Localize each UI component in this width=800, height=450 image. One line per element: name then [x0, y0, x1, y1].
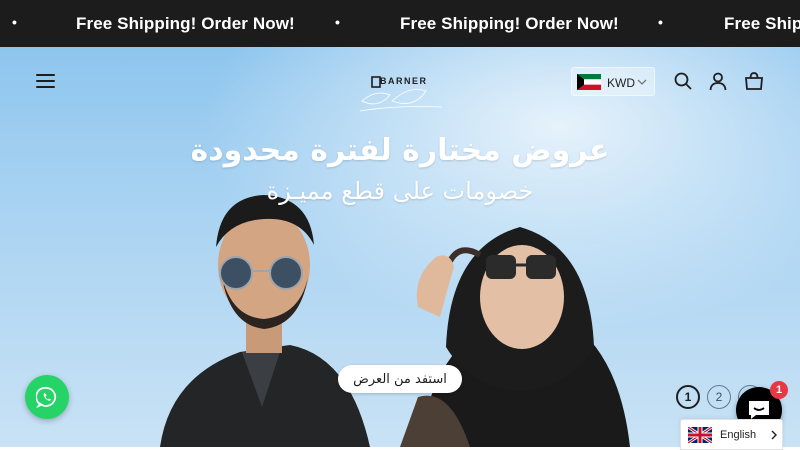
announcement-separator: •	[658, 14, 663, 30]
account-icon[interactable]	[708, 71, 728, 91]
search-icon[interactable]	[673, 71, 693, 91]
chat-icon	[749, 401, 769, 419]
shop-offer-button[interactable]: استفد من العرض	[338, 365, 462, 393]
language-label: English	[720, 429, 757, 441]
uk-flag-icon	[688, 427, 712, 443]
announcement-separator: •	[335, 14, 340, 30]
menu-icon	[36, 74, 55, 76]
announcement-message: Free Shipping! Order Now!	[724, 14, 800, 33]
whatsapp-icon	[36, 386, 57, 408]
chevron-right-icon	[771, 430, 777, 440]
announcement-bar: • Free Shipping! Order Now! • Free Shipp…	[0, 0, 800, 47]
whatsapp-button[interactable]	[25, 375, 69, 419]
menu-icon-bar	[36, 80, 55, 82]
cart-icon[interactable]	[744, 71, 764, 91]
slide-dot-1[interactable]: 1	[676, 385, 700, 409]
menu-button[interactable]	[36, 73, 56, 89]
kuwait-flag-icon	[577, 74, 601, 90]
slide-dot-2[interactable]: 2	[707, 385, 731, 409]
currency-selector[interactable]: KWD	[571, 67, 655, 96]
announcement-message: Free Shipping! Order Now!	[76, 14, 295, 33]
menu-icon-bar	[36, 86, 55, 88]
hero-banner: BARNER KWD عروض مختارة لفترة محدودة خصوم…	[0, 47, 800, 447]
hero-headline: عروض مختارة لفترة محدودة	[190, 133, 610, 168]
brand-logo-text: BARNER	[380, 76, 428, 86]
chevron-down-icon	[637, 79, 647, 85]
hero-subheadline: خصومات على قطع مميـزة	[266, 177, 534, 205]
announcement-message: Free Shipping! Order Now!	[400, 14, 619, 33]
announcement-separator: •	[12, 14, 17, 30]
language-selector[interactable]: English	[680, 419, 783, 450]
currency-code: KWD	[607, 76, 635, 90]
chat-notification-badge: 1	[770, 381, 788, 399]
